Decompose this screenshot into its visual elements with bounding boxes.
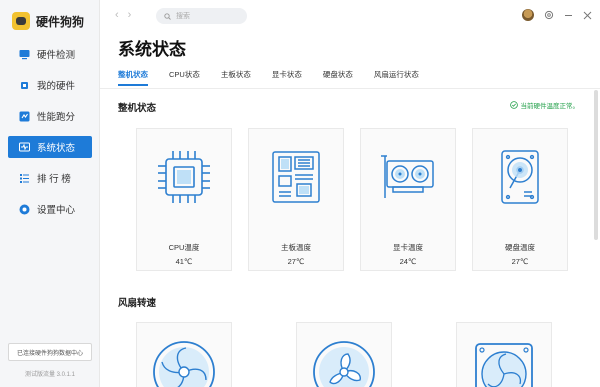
card-label: 硬盘温度 (505, 243, 535, 252)
brand: 硬件狗狗 (12, 12, 84, 30)
card-label: 显卡温度 (393, 243, 423, 252)
sidebar-item-label: 设置中心 (37, 205, 76, 216)
cpu-temp-card: CPU温度 41℃ (136, 128, 232, 271)
history-nav: ‹ › (115, 9, 131, 21)
app-name: 硬件狗狗 (36, 14, 85, 29)
sidebar-nav: 硬件检测 我的硬件 性能跑分 系统状态 排 行 榜 设置中心 (8, 43, 92, 229)
back-arrow-icon[interactable]: ‹ (115, 9, 119, 21)
scrollbar[interactable] (594, 90, 598, 240)
sidebar-item-my-hardware[interactable]: 我的硬件 (8, 74, 92, 96)
status-tabs: 整机状态 CPU状态 主板状态 显卡状态 硬盘状态 风扇运行状态 (118, 69, 440, 86)
sidebar-item-label: 系统状态 (37, 143, 76, 154)
sidebar-item-settings[interactable]: 设置中心 (8, 198, 92, 220)
tab-cpu[interactable]: CPU状态 (169, 69, 200, 86)
tab-disk[interactable]: 硬盘状态 (323, 69, 353, 86)
graphics-card-icon (381, 155, 434, 198)
tabs-divider (100, 88, 600, 89)
fan-cards (136, 322, 552, 387)
motherboard-temp-card: 主板温度 27℃ (248, 128, 344, 271)
search-input[interactable]: 搜索 (176, 11, 190, 21)
dog-logo-icon (12, 12, 30, 30)
sidebar-item-label: 排 行 榜 (37, 174, 71, 185)
fan-section-title: 风扇转速 (118, 298, 157, 309)
heartbeat-icon (19, 142, 30, 153)
card-temp: 24℃ (399, 257, 417, 266)
check-circle-icon (509, 101, 518, 109)
sidebar-item-label: 性能跑分 (37, 112, 76, 123)
benchmark-icon (19, 111, 30, 122)
sidebar-item-hardware-detect[interactable]: 硬件检测 (8, 43, 92, 65)
version-label: 测试版流量 3.0.1.1 (24, 372, 76, 378)
card-label: CPU温度 (168, 243, 200, 252)
fan-icon (153, 341, 215, 387)
motherboard-icon (272, 151, 320, 203)
forward-arrow-icon[interactable]: › (128, 9, 132, 21)
card-label: 主板温度 (281, 243, 311, 252)
ranking-icon (19, 173, 30, 184)
case-fan-icon (475, 343, 533, 387)
temperature-cards: CPU温度 41℃ 主板温度 27℃ 显卡温度 24℃ 硬盘温度 27℃ (136, 128, 568, 271)
avatar[interactable] (522, 9, 534, 21)
monitor-icon (19, 49, 30, 60)
minimize-icon[interactable] (564, 11, 573, 20)
status-note: 当前硬件温度正常。 (509, 100, 580, 110)
data-center-button[interactable]: 已连接硬件狗狗数据中心 (8, 343, 92, 361)
fan-card (296, 322, 392, 387)
status-note-text: 当前硬件温度正常。 (520, 103, 580, 110)
settings-icon (19, 204, 30, 215)
cpu-icon (158, 151, 210, 203)
sidebar-item-system-status[interactable]: 系统状态 (8, 136, 92, 158)
gpu-temp-card: 显卡温度 24℃ (360, 128, 456, 271)
tab-motherboard[interactable]: 主板状态 (221, 69, 251, 86)
card-temp: 27℃ (287, 257, 305, 266)
sidebar-item-label: 我的硬件 (37, 81, 76, 92)
sidebar-item-ranking[interactable]: 排 行 榜 (8, 167, 92, 189)
fan-card (136, 322, 232, 387)
fan-icon (313, 341, 375, 387)
overview-section-title: 整机状态 (118, 103, 157, 114)
window-controls (522, 9, 592, 21)
sidebar-item-benchmark[interactable]: 性能跑分 (8, 105, 92, 127)
sidebar: 硬件狗狗 硬件检测 我的硬件 性能跑分 系统状态 排 行 榜 设置中心 已连接硬… (0, 0, 100, 387)
tab-overall[interactable]: 整机状态 (118, 69, 148, 86)
cpu-chip-icon (19, 80, 30, 91)
search-box[interactable]: 搜索 (156, 8, 247, 24)
close-icon[interactable] (583, 11, 592, 20)
gear-icon[interactable] (544, 10, 554, 20)
card-temp: 27℃ (511, 257, 529, 266)
page-title: 系统状态 (118, 40, 186, 59)
hard-disk-icon (501, 150, 539, 204)
search-icon (164, 12, 171, 20)
card-temp: 41℃ (175, 257, 193, 266)
disk-temp-card: 硬盘温度 27℃ (472, 128, 568, 271)
tab-gpu[interactable]: 显卡状态 (272, 69, 302, 86)
sidebar-item-label: 硬件检测 (37, 50, 76, 61)
fan-card (456, 322, 552, 387)
tab-fan[interactable]: 风扇运行状态 (374, 69, 419, 86)
